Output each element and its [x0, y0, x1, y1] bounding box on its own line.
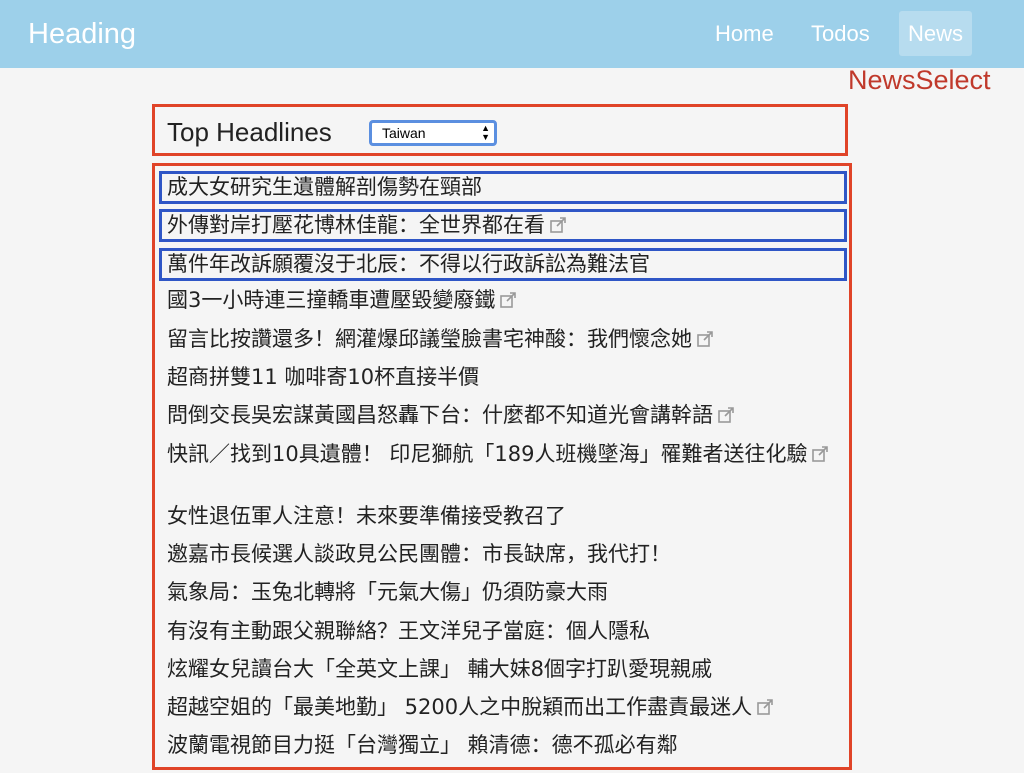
headline-text: 氣象局：玉兔北轉將「元氣大傷」仍須防豪大雨: [167, 580, 608, 604]
headline-item[interactable]: 留言比按讚還多！網灌爆邱議瑩臉書宅神酸：我們懷念她: [159, 325, 847, 354]
headlines-header: Top Headlines Taiwan ▲ ▼: [152, 104, 848, 156]
headline-item[interactable]: 超越空姐的「最美地勤」 5200人之中脫穎而出工作盡責最迷人: [159, 693, 847, 722]
headlines-title: Top Headlines: [167, 117, 332, 147]
headline-item[interactable]: 波蘭電視節目力挺「台灣獨立」 賴清德：德不孤必有鄰: [159, 731, 847, 760]
headline-item[interactable]: 超商拼雙11 咖啡寄10杯直接半價: [159, 363, 847, 392]
nav-link-news[interactable]: News: [899, 11, 973, 56]
nav-link-home[interactable]: Home: [706, 11, 783, 56]
external-link-icon[interactable]: [499, 288, 517, 308]
nav-link-todos[interactable]: Todos: [802, 11, 879, 56]
headline-item-highlighted[interactable]: 成大女研究生遺體解剖傷勢在頸部: [159, 171, 847, 204]
headline-text: 有沒有主動跟父親聯絡？王文洋兒子當庭：個人隱私: [167, 619, 650, 643]
headline-item[interactable]: 快訊／找到10具遺體！ 印尼獅航「189人班機墜海」罹難者送往化驗: [159, 440, 847, 498]
headline-item-highlighted[interactable]: 萬件年改訴願覆沒于北辰：不得以行政訴訟為難法官: [159, 248, 847, 281]
headline-text: 問倒交長吳宏謀黃國昌怒轟下台：什麼都不知道光會講幹語: [167, 403, 713, 427]
headline-text: 留言比按讚還多！網灌爆邱議瑩臉書宅神酸：我們懷念她: [167, 327, 692, 351]
external-link-icon[interactable]: [549, 214, 567, 233]
headline-item[interactable]: 氣象局：玉兔北轉將「元氣大傷」仍須防豪大雨: [159, 578, 847, 607]
headline-text: 超越空姐的「最美地勤」 5200人之中脫穎而出工作盡責最迷人: [167, 695, 753, 719]
brand-heading[interactable]: Heading: [28, 14, 136, 54]
headline-text: 波蘭電視節目力挺「台灣獨立」 賴清德：德不孤必有鄰: [167, 733, 678, 757]
external-link-icon[interactable]: [717, 403, 735, 423]
headline-item[interactable]: 邀嘉市長候選人談政見公民團體：市長缺席，我代打！: [159, 540, 847, 569]
country-select[interactable]: Taiwan ▲ ▼: [369, 120, 497, 146]
navbar: Heading Home Todos News: [0, 0, 1024, 68]
headline-item[interactable]: 國3一小時連三撞轎車遭壓毀變廢鐵: [159, 286, 847, 315]
headline-item-highlighted[interactable]: 外傳對岸打壓花博林佳龍：全世界都在看: [159, 209, 847, 242]
newsselect-annotation: NewsSelect: [848, 65, 991, 95]
headline-text: 邀嘉市長候選人談政見公民團體：市長缺席，我代打！: [167, 542, 671, 566]
headline-text: 外傳對岸打壓花博林佳龍：全世界都在看: [167, 213, 545, 237]
external-link-icon[interactable]: [756, 695, 774, 715]
headline-item[interactable]: 炫耀女兒讀台大「全英文上課」 輔大妹8個字打趴愛現親戚: [159, 655, 847, 684]
headline-text: 快訊／找到10具遺體！ 印尼獅航「189人班機墜海」罹難者送往化驗: [167, 442, 808, 466]
headline-text: 女性退伍軍人注意！未來要準備接受教召了: [167, 504, 566, 528]
country-select-value: Taiwan: [382, 125, 426, 141]
headline-item[interactable]: 女性退伍軍人注意！未來要準備接受教召了: [159, 502, 847, 531]
external-link-icon[interactable]: [696, 327, 714, 347]
headline-text: 國3一小時連三撞轎車遭壓毀變廢鐵: [167, 288, 496, 312]
external-link-icon[interactable]: [811, 442, 829, 462]
headline-text: 炫耀女兒讀台大「全英文上課」 輔大妹8個字打趴愛現親戚: [167, 657, 713, 681]
headline-item[interactable]: 有沒有主動跟父親聯絡？王文洋兒子當庭：個人隱私: [159, 617, 847, 646]
select-arrows-icon: ▲ ▼: [481, 123, 490, 142]
headline-text: 超商拼雙11 咖啡寄10杯直接半價: [167, 365, 480, 389]
headline-text: 成大女研究生遺體解剖傷勢在頸部: [167, 175, 482, 199]
headline-item[interactable]: 問倒交長吳宏謀黃國昌怒轟下台：什麼都不知道光會講幹語: [159, 401, 847, 430]
headline-text: 萬件年改訴願覆沒于北辰：不得以行政訴訟為難法官: [167, 252, 650, 276]
